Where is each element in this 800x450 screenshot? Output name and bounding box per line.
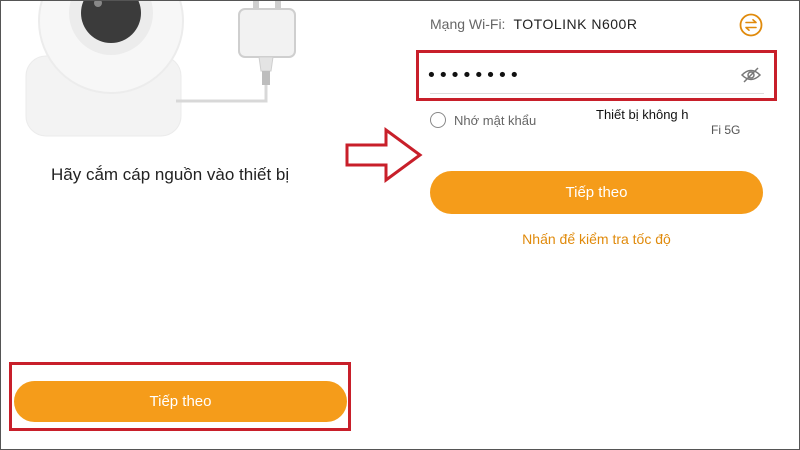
plug-instruction-text: Hãy cắm cáp nguồn vào thiết bị — [51, 165, 290, 184]
eye-hidden-icon[interactable] — [740, 65, 762, 85]
wifi-network-row: Mạng Wi-Fi: TOTOLINK N600R — [430, 14, 637, 34]
password-input[interactable] — [426, 60, 726, 90]
right-next-button[interactable]: Tiếp theo — [430, 171, 763, 214]
password-underline — [430, 93, 764, 94]
speed-test-link[interactable]: Nhấn để kiểm tra tốc độ — [430, 231, 763, 247]
remember-password-row[interactable]: Nhớ mật khẩu — [430, 112, 536, 128]
tooltip-text-5g: Fi 5G — [711, 123, 741, 137]
tooltip-text: Thiết bị không h — [596, 107, 689, 122]
camera-plug-illustration — [25, 1, 296, 137]
wifi-label: Mạng Wi-Fi: — [430, 16, 506, 32]
left-next-button[interactable]: Tiếp theo — [14, 381, 347, 422]
remember-label: Nhớ mật khẩu — [454, 112, 537, 128]
wifi-name: TOTOLINK N600R — [513, 16, 638, 32]
right-arrow-icon — [345, 127, 423, 183]
swap-icon[interactable] — [739, 13, 763, 37]
remember-radio[interactable] — [430, 112, 446, 128]
